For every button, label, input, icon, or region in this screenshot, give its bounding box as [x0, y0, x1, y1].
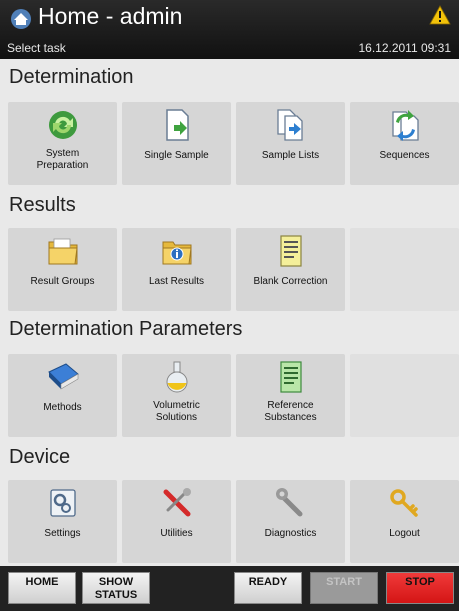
- tile-label: Single Sample: [144, 150, 209, 161]
- tile-methods[interactable]: Methods: [8, 354, 117, 437]
- tile-last-results[interactable]: Last Results: [122, 228, 231, 311]
- volumetric-solutions-icon: [166, 361, 187, 393]
- section-title-determination-parameters: Determination Parameters: [9, 318, 243, 340]
- tile-label: Utilities: [160, 528, 193, 539]
- diagnostics-icon: [275, 488, 302, 517]
- sample-lists-icon: [276, 109, 303, 141]
- tile-logout[interactable]: Logout: [350, 480, 459, 563]
- tile-label: Sequences: [379, 150, 430, 161]
- tile-label: Volumetric Solutions: [153, 400, 200, 423]
- tile-label: Settings: [44, 528, 81, 539]
- result-groups-icon: [48, 238, 78, 265]
- home-icon[interactable]: [10, 8, 32, 30]
- tile-utilities[interactable]: Utilities: [122, 480, 231, 563]
- tile-result-groups[interactable]: Result Groups: [8, 228, 117, 311]
- logout-icon: [389, 489, 418, 517]
- tile-system-preparation[interactable]: System Preparation: [8, 102, 117, 185]
- tile-label: Diagnostics: [264, 528, 317, 539]
- sequences-icon: [391, 110, 419, 141]
- tile-label: Result Groups: [30, 276, 95, 287]
- header-bar: Home - admin Select task 16.12.2011 09:3…: [0, 0, 459, 59]
- tile-row-device: Settings Utilities Diagnostics Logout: [8, 480, 459, 563]
- section-title-results: Results: [9, 194, 76, 216]
- section-title-device: Device: [9, 446, 71, 468]
- tile-label: Last Results: [148, 276, 205, 287]
- tile-blank-correction[interactable]: Blank Correction: [236, 228, 345, 311]
- section-title-determination: Determination: [9, 66, 134, 88]
- start-button[interactable]: START: [310, 572, 378, 604]
- tile-volumetric-solutions[interactable]: Volumetric Solutions: [122, 354, 231, 437]
- system-preparation-icon: [48, 111, 77, 139]
- home-button[interactable]: HOME: [8, 572, 76, 604]
- tile-reference-substances[interactable]: Reference Substances: [236, 354, 345, 437]
- tile-label: Methods: [43, 402, 82, 413]
- tile-label: System Preparation: [36, 148, 89, 171]
- tile-label: Reference Substances: [264, 400, 317, 423]
- tile-empty: [350, 354, 459, 437]
- show-status-button[interactable]: SHOW STATUS: [82, 572, 150, 604]
- tile-empty: [350, 228, 459, 311]
- reference-substances-icon: [279, 361, 302, 393]
- tile-sequences[interactable]: Sequences: [350, 102, 459, 185]
- tile-diagnostics[interactable]: Diagnostics: [236, 480, 345, 563]
- tile-sample-lists[interactable]: Sample Lists: [236, 102, 345, 185]
- ready-button[interactable]: READY: [234, 572, 302, 604]
- tile-single-sample[interactable]: Single Sample: [122, 102, 231, 185]
- warning-icon[interactable]: [429, 5, 451, 25]
- utilities-icon: [163, 488, 191, 517]
- blank-correction-icon: [279, 235, 302, 267]
- tile-row-determination: System Preparation Single Sample Sample …: [8, 102, 459, 185]
- methods-icon: [47, 363, 79, 390]
- tile-label: Blank Correction: [253, 276, 328, 287]
- page-subtitle: Select task: [7, 41, 66, 55]
- datetime-display: 16.12.2011 09:31: [358, 41, 451, 55]
- single-sample-icon: [165, 109, 189, 141]
- stop-button[interactable]: STOP: [386, 572, 454, 604]
- last-results-icon: [162, 241, 192, 265]
- tile-settings[interactable]: Settings: [8, 480, 117, 563]
- tile-label: Logout: [389, 528, 420, 539]
- footer-bar: HOME SHOW STATUS READY START STOP: [0, 566, 459, 611]
- settings-icon: [49, 489, 76, 517]
- tile-label: Sample Lists: [261, 150, 320, 161]
- tile-row-determination-parameters: Methods Volumetric Solutions Reference S…: [8, 354, 459, 437]
- page-title: Home - admin: [38, 3, 183, 29]
- tile-row-results: Result Groups Last Results Blank Correct…: [8, 228, 459, 311]
